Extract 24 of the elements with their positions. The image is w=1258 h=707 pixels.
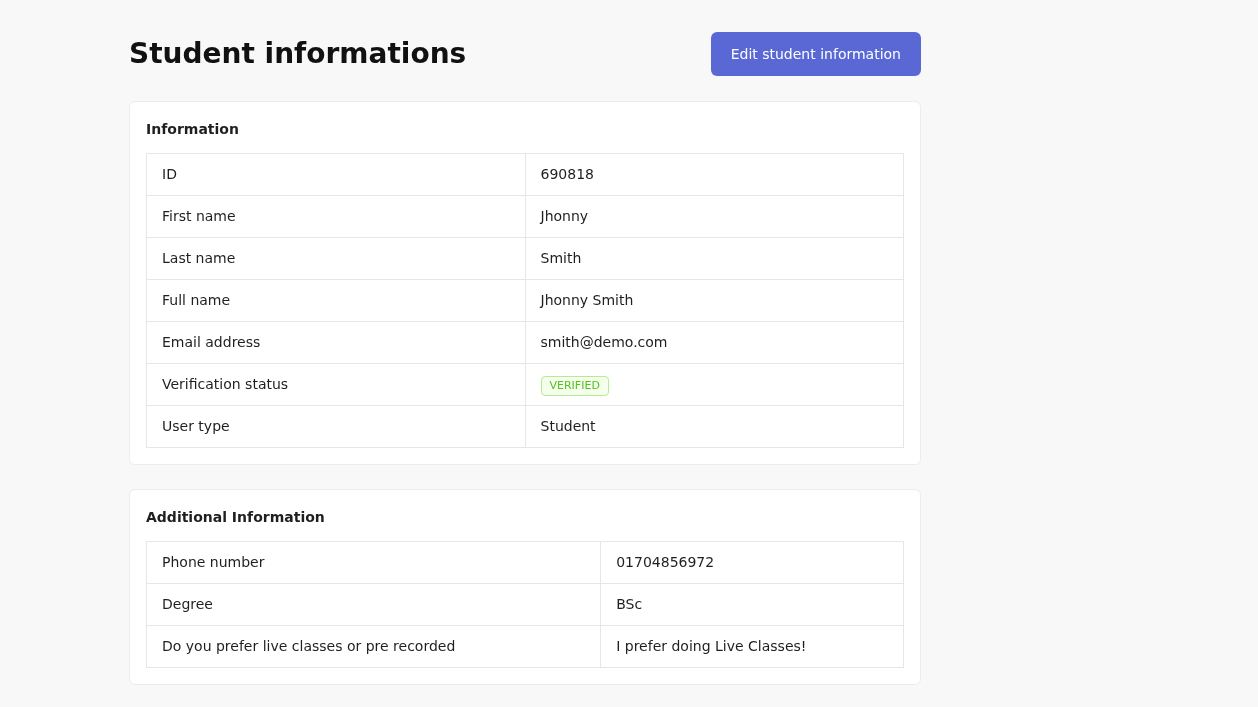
field-value: Jhonny	[540, 208, 589, 224]
field-value: BSc	[616, 596, 643, 612]
page-title: Student informations	[129, 36, 467, 72]
edit-button[interactable]: Edit student information	[710, 32, 921, 76]
field-value: smith@demo.com	[540, 334, 668, 350]
field-label: Full name	[162, 292, 231, 308]
card-title: Information	[146, 120, 240, 139]
field-label: Phone number	[162, 554, 265, 570]
field-value: 01704856972	[616, 554, 715, 570]
field-label: Degree	[162, 596, 213, 612]
field-label: Verification status	[162, 376, 289, 392]
field-label: User type	[162, 418, 230, 434]
field-label: Last name	[162, 250, 236, 266]
field-label: Do you prefer live classes or pre recorded	[162, 638, 456, 654]
field-label: First name	[162, 208, 236, 224]
field-label: Email address	[162, 334, 261, 350]
field-value: I prefer doing Live Classes!	[616, 638, 807, 654]
field-value: 690818	[540, 166, 594, 182]
field-value: Smith	[540, 250, 582, 266]
card-title: Additional Information	[146, 508, 326, 527]
field-value: Student	[540, 418, 596, 434]
verified-badge: VERIFIED	[540, 375, 609, 396]
field-value: Jhonny Smith	[540, 292, 634, 308]
field-label: ID	[162, 166, 177, 182]
